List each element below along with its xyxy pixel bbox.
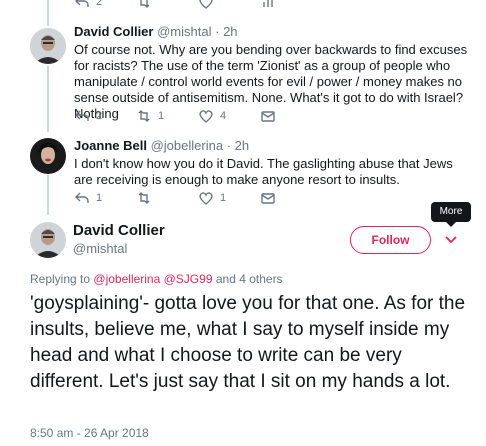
reply-action[interactable]: 2 <box>74 0 136 10</box>
author-name[interactable]: David Collier <box>74 24 153 39</box>
reply-icon <box>75 110 89 121</box>
retweet-action[interactable] <box>136 0 198 10</box>
retweet-icon <box>140 0 150 8</box>
retweet-count: 1 <box>158 110 165 122</box>
envelope-icon <box>261 193 275 204</box>
replying-to: Replying to @jobellerina @SJG99 and 4 ot… <box>30 272 283 286</box>
chevron-down-icon[interactable] <box>443 231 459 247</box>
main-avatar[interactable] <box>30 222 66 258</box>
retweet-action[interactable] <box>136 190 198 206</box>
reply-count: 1 <box>96 192 103 204</box>
avatar-image <box>30 222 66 258</box>
top-tweet-actions: 2 <box>74 0 290 10</box>
author-name[interactable]: Joanne Bell <box>74 138 147 153</box>
separator-dot: · <box>215 24 220 39</box>
avatar[interactable] <box>30 28 66 64</box>
dm-action[interactable] <box>260 108 290 124</box>
like-count: 1 <box>220 192 227 204</box>
avatar-image <box>30 28 66 64</box>
tweet-time[interactable]: 2h <box>235 138 249 153</box>
like-action[interactable]: 4 <box>198 108 260 124</box>
tweet-timestamp[interactable]: 8:50 am - 26 Apr 2018 <box>30 426 149 440</box>
tweet-time[interactable]: 2h <box>223 24 237 39</box>
reply-header: David Collier @mishtal · 2h <box>74 24 472 40</box>
retweet-icon <box>138 192 150 204</box>
replying-prefix: Replying to <box>30 272 91 286</box>
replying-user-link[interactable]: @jobellerina <box>93 272 160 286</box>
author-handle[interactable]: @jobellerina <box>151 138 223 153</box>
heart-icon <box>199 110 213 123</box>
reply-action[interactable]: 1 <box>74 190 136 206</box>
more-tooltip: More <box>431 202 471 227</box>
avatar-image <box>30 138 66 174</box>
heart-icon <box>199 192 213 205</box>
tweet-text: I don't know how you do it David. The ga… <box>74 156 453 187</box>
retweet-icon <box>138 110 150 122</box>
analytics-icon <box>263 0 273 7</box>
reply-action[interactable]: 2 <box>74 108 136 124</box>
reply-icon <box>75 192 89 203</box>
like-action[interactable]: 1 <box>198 190 260 206</box>
reply-count: 2 <box>96 0 103 8</box>
reply-actions: 1 1 <box>74 190 290 206</box>
like-count: 4 <box>220 110 227 122</box>
reply-header: Joanne Bell @jobellerina · 2h <box>74 138 472 154</box>
main-author-name[interactable]: David Collier <box>73 222 165 239</box>
separator-dot: · <box>226 138 232 153</box>
avatar[interactable] <box>30 138 66 174</box>
main-author-handle[interactable]: @mishtal <box>73 241 127 256</box>
like-action[interactable] <box>198 0 260 10</box>
heart-icon <box>199 0 213 9</box>
reply-actions: 2 1 4 <box>74 108 290 124</box>
reply-icon <box>75 0 89 7</box>
replying-others[interactable]: and 4 others <box>216 272 283 286</box>
main-tweet-text: 'goysplaining'- gotta love you for that … <box>30 293 466 392</box>
envelope-icon <box>261 111 275 122</box>
replying-user-link[interactable]: @SJG99 <box>164 272 213 286</box>
author-handle[interactable]: @mishtal <box>157 24 211 39</box>
follow-button[interactable]: Follow <box>350 226 431 254</box>
dm-action[interactable] <box>260 190 290 206</box>
retweet-action[interactable]: 1 <box>136 108 198 124</box>
analytics-action[interactable] <box>260 0 290 10</box>
reply-count: 2 <box>96 110 103 122</box>
